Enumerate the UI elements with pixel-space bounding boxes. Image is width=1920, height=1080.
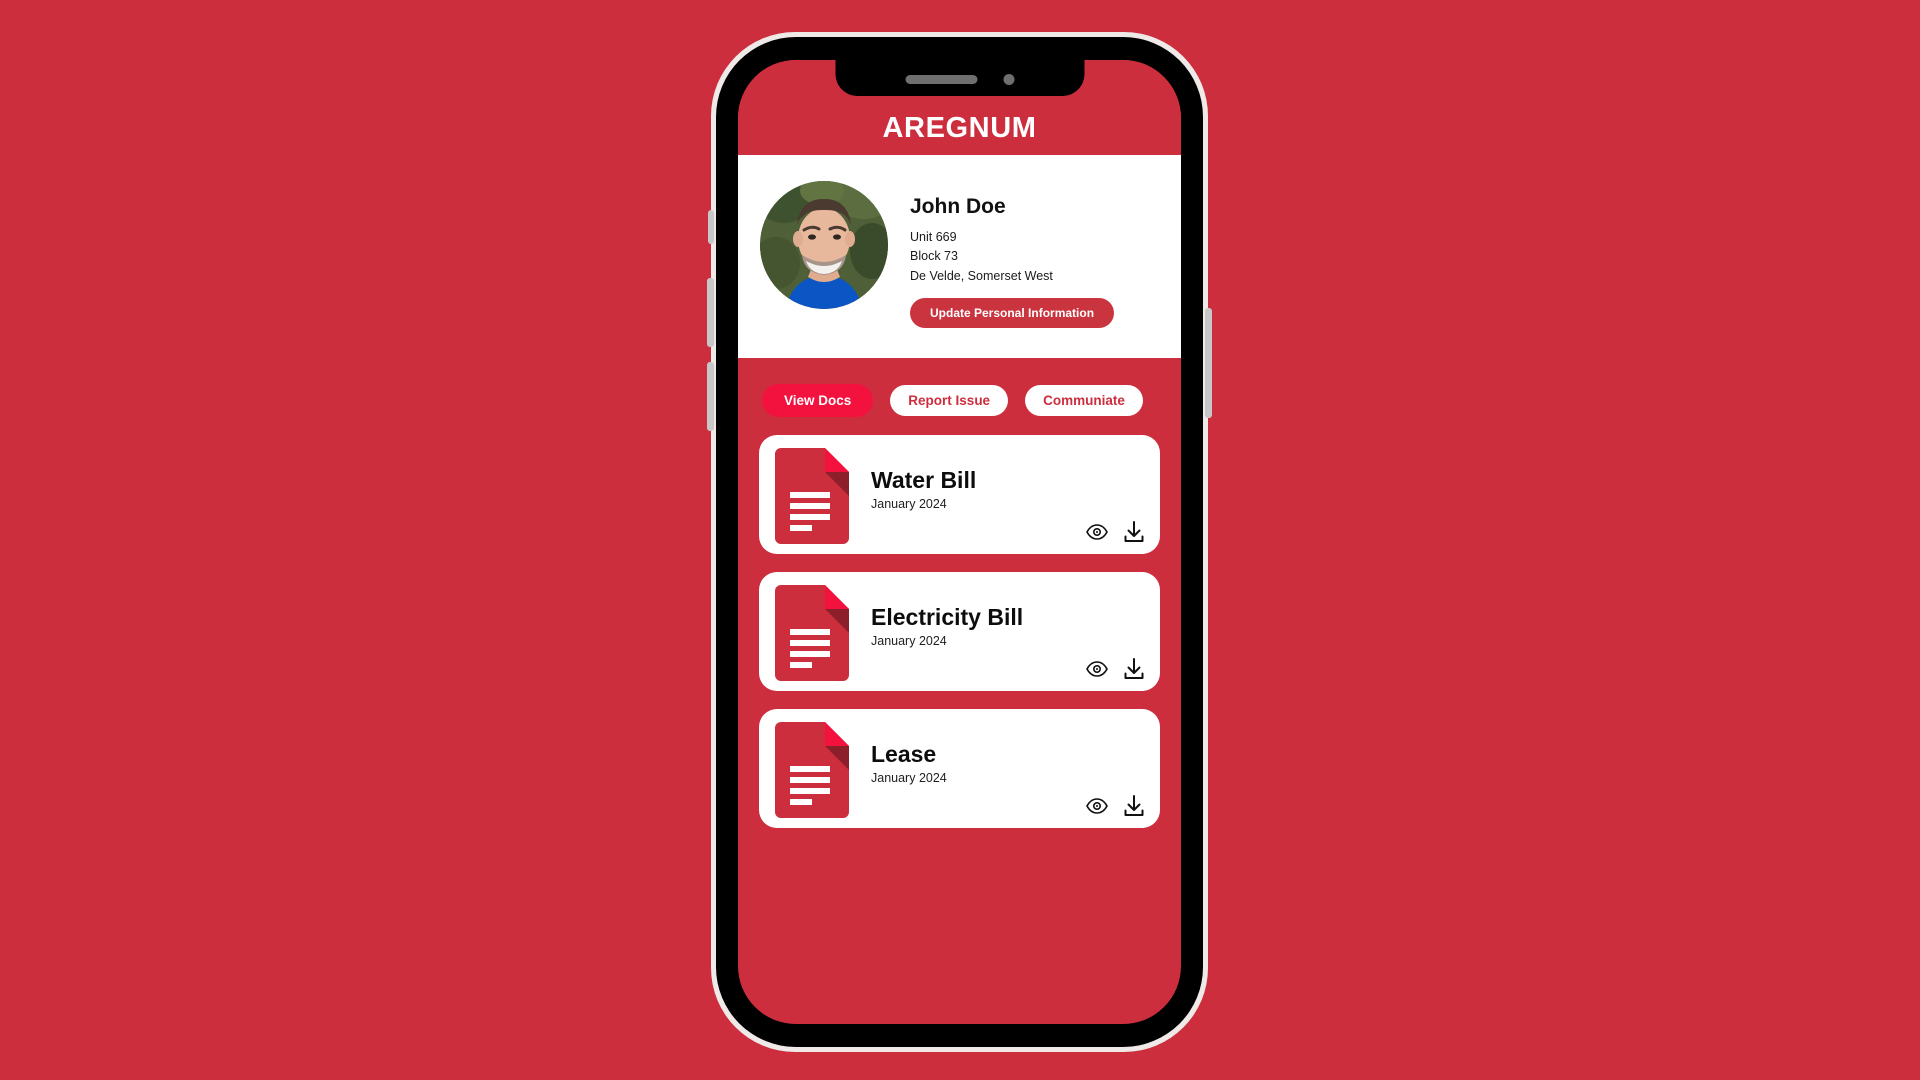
phone-screen: AREGNUM John Doe Unit 669 Block 73 De Ve… <box>738 60 1181 1024</box>
tab-report-issue[interactable]: Report Issue <box>890 385 1009 417</box>
document-actions <box>1086 794 1146 818</box>
tab-communicate[interactable]: Communiate <box>1025 385 1143 417</box>
tab-bar: View Docs Report Issue Communiate <box>738 358 1181 435</box>
profile-address-line-2: Block 73 <box>910 249 958 264</box>
download-icon[interactable] <box>1122 794 1146 818</box>
document-date: January 2024 <box>871 497 947 512</box>
profile-name: John Doe <box>910 195 1006 218</box>
volume-up-button[interactable] <box>707 278 714 347</box>
avatar-photo-illustration <box>760 181 888 309</box>
document-title: Electricity Bill <box>871 604 1024 631</box>
power-button[interactable] <box>1205 308 1212 418</box>
view-icon[interactable] <box>1086 524 1108 540</box>
profile-address-line-1: Unit 669 <box>910 230 957 244</box>
download-icon[interactable] <box>1122 657 1146 681</box>
front-camera-icon <box>1003 73 1014 85</box>
document-title: Lease <box>871 741 937 768</box>
document-file-icon <box>775 722 849 819</box>
profile-info: John Doe Unit 669 Block 73 De Velde, Som… <box>910 181 1159 329</box>
speaker-grille-icon <box>905 74 977 84</box>
view-icon[interactable] <box>1086 798 1108 814</box>
document-card-water-bill[interactable]: Water Bill January 2024 <box>759 435 1160 555</box>
avatar <box>760 181 888 309</box>
document-card-lease[interactable]: Lease January 2024 <box>759 709 1160 829</box>
document-card-electricity-bill[interactable]: Electricity Bill January 2024 <box>759 572 1160 692</box>
document-file-icon <box>775 585 849 682</box>
document-list: Water Bill January 2024 Electricity Bill… <box>738 435 1181 829</box>
profile-address-line-3: De Velde, Somerset West <box>910 268 1053 283</box>
document-date: January 2024 <box>871 771 947 786</box>
document-actions <box>1086 520 1146 544</box>
app-title: AREGNUM <box>882 112 1037 144</box>
document-actions <box>1086 657 1146 681</box>
profile-card: John Doe Unit 669 Block 73 De Velde, Som… <box>738 155 1181 359</box>
tab-view-docs[interactable]: View Docs <box>762 384 874 418</box>
silent-switch[interactable] <box>708 210 714 244</box>
volume-down-button[interactable] <box>707 362 714 431</box>
view-icon[interactable] <box>1086 661 1108 677</box>
download-icon[interactable] <box>1122 520 1146 544</box>
document-file-icon <box>775 448 849 545</box>
update-personal-information-button[interactable]: Update Personal Information <box>910 298 1115 329</box>
phone-notch <box>835 60 1084 96</box>
document-title: Water Bill <box>871 467 977 494</box>
document-date: January 2024 <box>871 634 947 649</box>
phone-mockup: AREGNUM John Doe Unit 669 Block 73 De Ve… <box>707 32 1212 1052</box>
